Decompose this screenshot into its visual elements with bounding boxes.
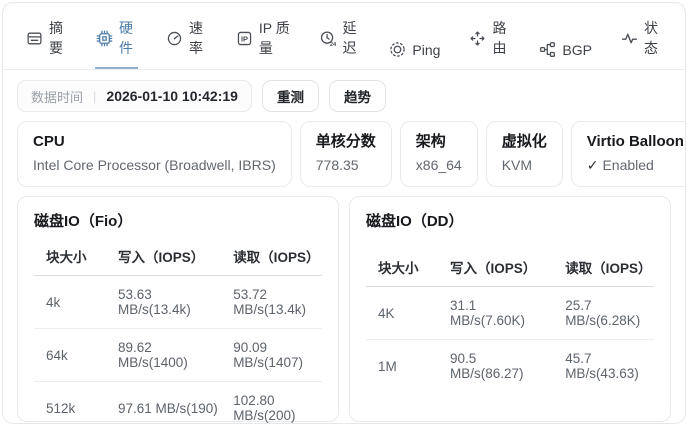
- read-speed: 45.7 MB/s(43.63): [553, 340, 654, 393]
- divider: |: [93, 89, 96, 104]
- read-speed: 53.72 MB/s(13.4k): [221, 276, 322, 329]
- card-title: 虚拟化: [502, 132, 547, 152]
- col-write-iops: 写入（IOPS）: [106, 237, 221, 276]
- write-speed: 53.63 MB/s(13.4k): [106, 276, 221, 329]
- tab-status[interactable]: 状态: [620, 3, 663, 69]
- retest-button[interactable]: 重测: [262, 80, 319, 112]
- info-cards-row: CPU Intel Core Processor (Broadwell, IBR…: [3, 112, 685, 187]
- card-title: Virtio Balloon: [587, 132, 684, 152]
- disk-io-dd-card: 磁盘IO（DD） 块大小 写入（IOPS） 读取（IOPS） 4K: [349, 196, 671, 422]
- tab-route[interactable]: 路由: [468, 3, 511, 69]
- card-title: CPU: [33, 132, 276, 152]
- read-speed: 25.7 MB/s(6.28K): [553, 287, 654, 340]
- data-time-value: 2026-01-10 10:42:19: [106, 88, 238, 104]
- gauge-icon: [166, 30, 183, 47]
- table-header-row: 块大小 写入（IOPS） 读取（IOPS）: [34, 237, 322, 276]
- single-core-score-card: 单核分数 778.35: [300, 121, 392, 187]
- tab-hardware[interactable]: 硬件: [95, 3, 138, 69]
- card-value: x86_64: [416, 155, 462, 175]
- write-speed: 90.5 MB/s(86.27): [438, 340, 553, 393]
- balloon-status: Enabled: [602, 157, 653, 173]
- toolbar: 数据时间 | 2026-01-10 10:42:19 重测 趋势: [3, 70, 685, 112]
- cpu-icon: [96, 30, 113, 47]
- fio-table: 块大小 写入（IOPS） 读取（IOPS） 4k 53.63 MB/s(13.4…: [34, 231, 322, 424]
- dd-table: 块大小 写入（IOPS） 读取（IOPS） 4K 31.1 MB/s(7.60K…: [366, 231, 654, 409]
- tab-bgp[interactable]: BGP: [538, 26, 593, 69]
- trend-button[interactable]: 趋势: [329, 80, 386, 112]
- table-row: 1M 90.5 MB/s(86.27) 45.7 MB/s(43.63): [366, 340, 654, 393]
- read-speed: 90.09 MB/s(1407): [221, 329, 322, 382]
- summary-icon: [26, 30, 43, 47]
- col-block-size: 块大小: [34, 237, 106, 276]
- data-time-pill: 数据时间 | 2026-01-10 10:42:19: [17, 80, 252, 112]
- tab-latency[interactable]: 24 延迟: [318, 3, 361, 69]
- tab-label: 摘要: [49, 18, 67, 58]
- network-nodes-icon: [539, 41, 556, 58]
- arch-card: 架构 x86_64: [400, 121, 478, 187]
- col-read-iops: 读取（IOPS）: [553, 248, 654, 287]
- table-row: 4k 53.63 MB/s(13.4k) 53.72 MB/s(13.4k): [34, 276, 322, 329]
- tab-ping[interactable]: Ping: [388, 26, 441, 69]
- table-header-row: 块大小 写入（IOPS） 读取（IOPS）: [366, 248, 654, 287]
- write-speed: 89.62 MB/s(1400): [106, 329, 221, 382]
- tab-label: 状态: [644, 18, 662, 58]
- block-size: 64k: [34, 329, 106, 382]
- col-read-iops: 读取（IOPS）: [221, 237, 322, 276]
- tab-label: 速率: [189, 18, 207, 58]
- tab-label: BGP: [562, 42, 592, 58]
- virtualization-card: 虚拟化 KVM: [486, 121, 563, 187]
- tab-summary[interactable]: 摘要: [25, 3, 68, 69]
- col-block-size: 块大小: [366, 248, 438, 287]
- col-write-iops: 写入（IOPS）: [438, 248, 553, 287]
- block-size: 1M: [366, 340, 438, 393]
- svg-text:IP: IP: [241, 34, 248, 43]
- svg-text:24: 24: [330, 41, 336, 46]
- card-title: 单核分数: [316, 132, 376, 152]
- dd-title: 磁盘IO（DD）: [366, 210, 654, 231]
- fio-title: 磁盘IO（Fio）: [34, 210, 322, 231]
- route-arrows-icon: [469, 30, 486, 47]
- tab-bar: 摘要 硬件 速率 IP IP 质量: [3, 3, 685, 70]
- tab-label: Ping: [412, 42, 440, 58]
- read-speed: 102.80 MB/s(200): [221, 382, 322, 425]
- pulse-icon: [621, 30, 638, 47]
- radar-icon: [389, 41, 406, 58]
- write-speed: 97.61 MB/s(190): [106, 382, 221, 425]
- benchmark-panel: 摘要 硬件 速率 IP IP 质量: [2, 2, 686, 424]
- data-time-label: 数据时间: [31, 87, 83, 106]
- tab-speed[interactable]: 速率: [165, 3, 208, 69]
- cpu-card: CPU Intel Core Processor (Broadwell, IBR…: [17, 121, 292, 187]
- tab-label: IP 质量: [259, 18, 291, 58]
- virtio-balloon-card: Virtio Balloon ✓Enabled: [571, 121, 686, 187]
- check-icon: ✓: [587, 157, 599, 173]
- write-speed: 31.1 MB/s(7.60K): [438, 287, 553, 340]
- clock-24-icon: 24: [319, 30, 336, 47]
- card-value: KVM: [502, 155, 547, 175]
- card-title: 架构: [416, 132, 462, 152]
- block-size: 4K: [366, 287, 438, 340]
- ip-icon: IP: [236, 30, 253, 47]
- tab-label: 延迟: [342, 18, 360, 58]
- table-row: 512k 97.61 MB/s(190) 102.80 MB/s(200): [34, 382, 322, 425]
- tab-label: 路由: [492, 18, 510, 58]
- table-row: 64k 89.62 MB/s(1400) 90.09 MB/s(1407): [34, 329, 322, 382]
- card-value: 778.35: [316, 155, 376, 175]
- tab-ip-quality[interactable]: IP IP 质量: [235, 3, 292, 69]
- disk-io-fio-card: 磁盘IO（Fio） 块大小 写入（IOPS） 读取（IOPS） 4k: [17, 196, 339, 422]
- card-value: ✓Enabled: [587, 155, 684, 175]
- tab-label: 硬件: [119, 18, 137, 58]
- disk-io-row: 磁盘IO（Fio） 块大小 写入（IOPS） 读取（IOPS） 4k: [3, 187, 685, 424]
- table-row: 4K 31.1 MB/s(7.60K) 25.7 MB/s(6.28K): [366, 287, 654, 340]
- block-size: 512k: [34, 382, 106, 425]
- card-value: Intel Core Processor (Broadwell, IBRS): [33, 155, 276, 175]
- block-size: 4k: [34, 276, 106, 329]
